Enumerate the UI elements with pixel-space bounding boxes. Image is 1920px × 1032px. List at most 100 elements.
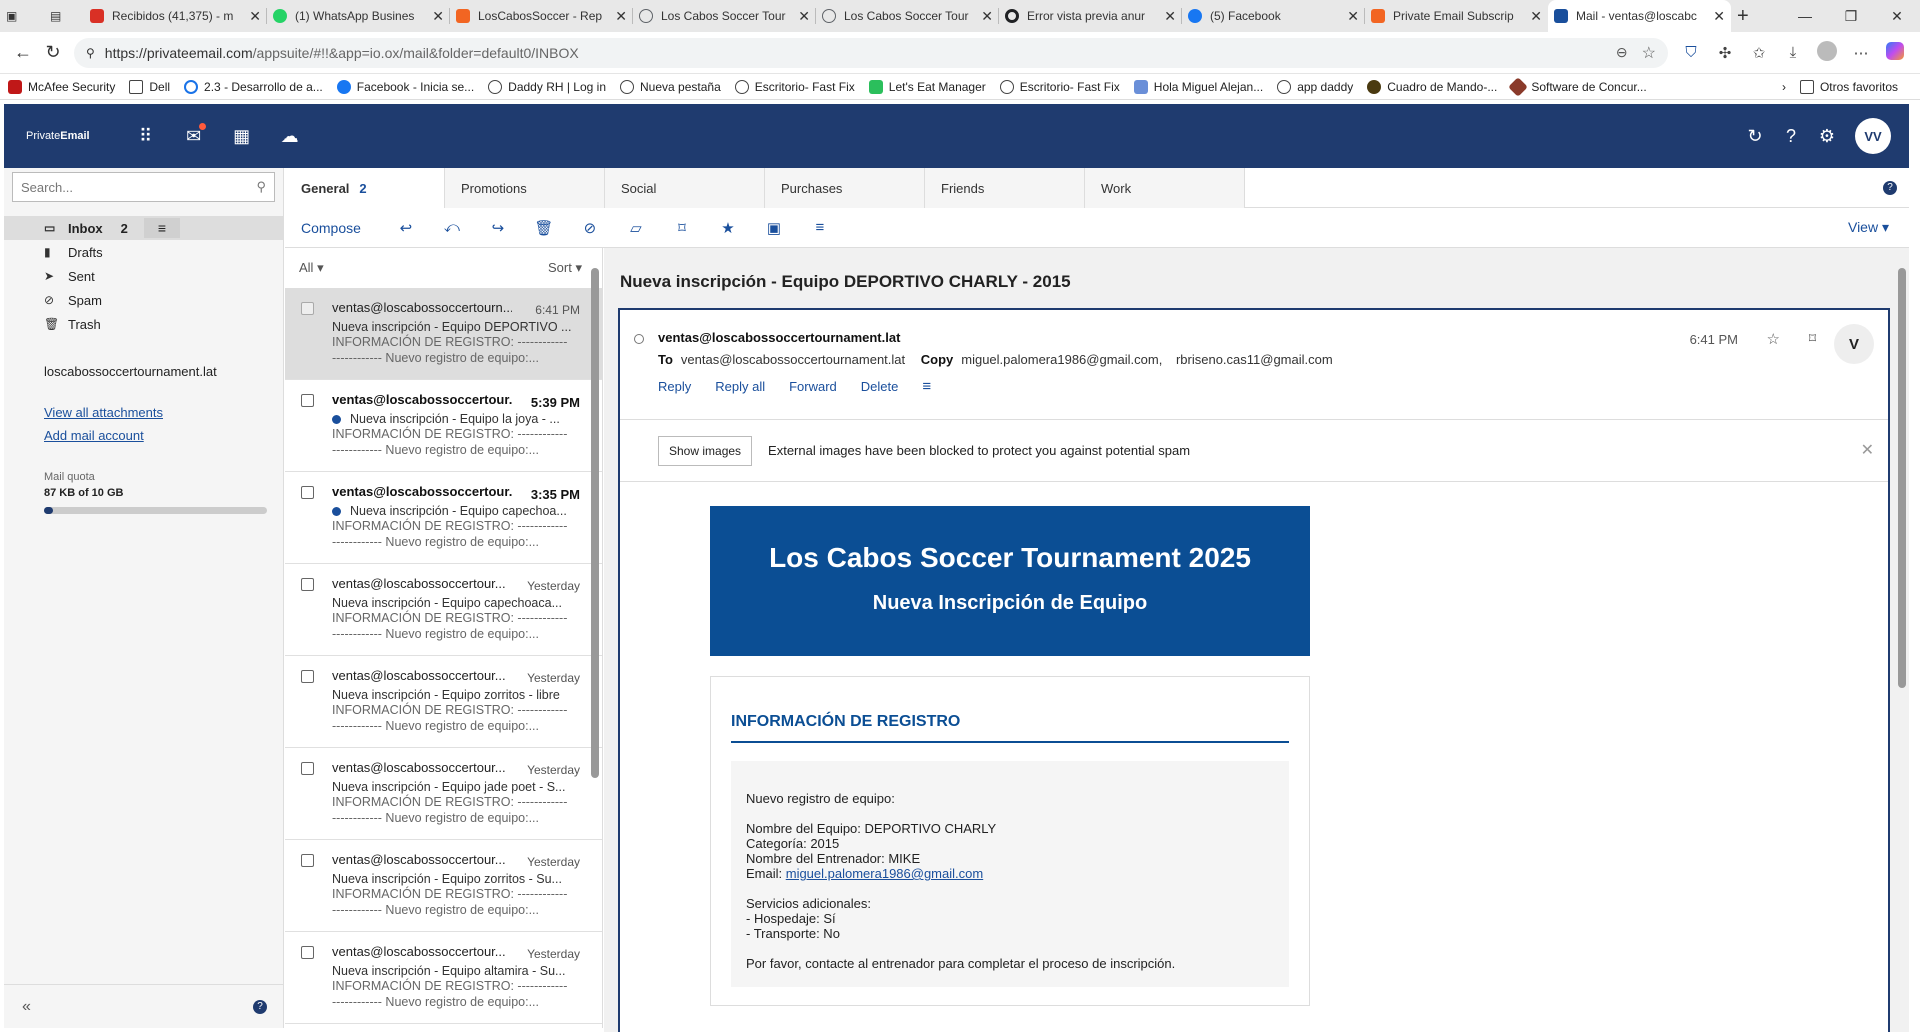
more-menu-icon[interactable]: ⋯	[1844, 44, 1878, 62]
close-tab-icon[interactable]: ✕	[1713, 8, 1725, 25]
browser-tab-active[interactable]: Mail - ventas@loscabc ✕	[1548, 0, 1731, 32]
reload-icon[interactable]: ↻	[38, 42, 68, 63]
tab-friends[interactable]: Friends	[925, 168, 1085, 208]
bookmark[interactable]: Software de Concur...	[1508, 76, 1647, 97]
bookmarks-overflow-icon[interactable]: ›	[1782, 80, 1786, 94]
bookmark[interactable]: 2.3 - Desarrollo de a...	[184, 79, 323, 94]
reply-all-icon[interactable]: ⤺	[429, 219, 475, 236]
search-input[interactable]: Search... ⚲	[12, 172, 275, 202]
bookmark[interactable]: app daddy	[1277, 79, 1353, 94]
forward-icon[interactable]: ↪	[475, 219, 521, 237]
message-list-item[interactable]: ventas@loscabossoccertour... 3:35 PM Nueva…	[285, 472, 602, 564]
bookmark[interactable]: Let's Eat Manager	[868, 79, 986, 94]
close-tab-icon[interactable]: ✕	[1530, 8, 1542, 25]
close-icon[interactable]: ✕	[1861, 440, 1874, 460]
app-logo[interactable]: PrivateEmail	[26, 130, 90, 142]
site-info-icon[interactable]: ⚲	[86, 46, 95, 60]
coach-email-link[interactable]: miguel.palomera1986@gmail.com	[786, 866, 983, 881]
bookmark[interactable]: Cuadro de Mando-...	[1367, 79, 1497, 94]
message-list-item[interactable]: ventas@loscabossoccertour... 5:39 PM Nueva…	[285, 380, 602, 472]
folder-trash[interactable]: 🗑 Trash	[4, 312, 283, 336]
downloads-icon[interactable]: ⤓	[1776, 44, 1810, 61]
select-checkbox[interactable]	[301, 946, 314, 959]
compose-button[interactable]: Compose	[301, 220, 361, 236]
copilot-icon[interactable]	[1878, 41, 1912, 64]
folder-drafts[interactable]: ▮ Drafts	[4, 240, 283, 264]
more-actions-icon[interactable]: ≡	[797, 219, 843, 236]
browser-tab[interactable]: Los Cabos Soccer Tour ✕	[816, 0, 999, 32]
reply-button[interactable]: Reply	[658, 379, 691, 394]
close-tab-icon[interactable]: ✕	[1347, 8, 1359, 25]
folder-spam[interactable]: ⊘ Spam	[4, 288, 283, 312]
collapse-sidebar-icon[interactable]: «	[22, 998, 31, 1016]
bookmark[interactable]: Hola Miguel Alejan...	[1133, 79, 1263, 94]
message-list-item[interactable]: ventas@loscabossoccertour... Yesterday Nue…	[285, 932, 602, 1024]
cc-address[interactable]: rbriseno.cas11@gmail.com	[1176, 352, 1333, 367]
mail-app-icon[interactable]: ✉	[170, 122, 218, 147]
message-list-item[interactable]: ventas@loscabossoccertour... Yesterday Nue…	[285, 564, 602, 656]
cloud-drive-icon[interactable]: ☁	[266, 126, 314, 147]
move-folder-icon[interactable]: ▱	[613, 219, 659, 237]
account-name[interactable]: loscabossoccertournament.lat	[4, 364, 283, 379]
tabs-help-icon[interactable]: ?	[1883, 180, 1897, 195]
help-circle-icon[interactable]: ?	[253, 999, 267, 1014]
tab-purchases[interactable]: Purchases	[765, 168, 925, 208]
folder-sent[interactable]: ➤ Sent	[4, 264, 283, 288]
bookmark-icon[interactable]: ⌑	[1809, 330, 1816, 347]
select-checkbox[interactable]	[301, 670, 314, 683]
tab-work[interactable]: Work	[1085, 168, 1245, 208]
view-dropdown[interactable]: View ▾	[1848, 219, 1889, 236]
shield-extension-icon[interactable]: ⛉	[1674, 44, 1708, 61]
list-scrollbar-thumb[interactable]	[591, 268, 599, 778]
browser-tab[interactable]: LosCabosSoccer - Rep ✕	[450, 0, 633, 32]
reading-mode-icon[interactable]: ⊖	[1616, 44, 1628, 61]
bookmark[interactable]: Dell	[129, 79, 170, 94]
delete-icon[interactable]: 🗑	[521, 219, 567, 237]
close-tab-icon[interactable]: ✕	[1164, 8, 1176, 25]
close-tab-icon[interactable]: ✕	[432, 8, 444, 25]
folder-menu-icon[interactable]: ≡	[143, 218, 180, 238]
bookmark[interactable]: Escritorio- Fast Fix	[734, 79, 855, 94]
star-icon[interactable]: ☆	[1767, 330, 1780, 348]
forward-button[interactable]: Forward	[789, 379, 837, 394]
bookmark[interactable]: Facebook - Inicia se...	[336, 79, 474, 94]
select-checkbox[interactable]	[301, 394, 314, 407]
select-checkbox[interactable]	[301, 762, 314, 775]
bookmark[interactable]: Daddy RH | Log in	[488, 79, 606, 94]
reading-pane-scrollbar-thumb[interactable]	[1898, 268, 1906, 688]
spam-block-icon[interactable]: ⊘	[567, 219, 613, 237]
bookmark[interactable]: Nueva pestaña	[620, 79, 721, 94]
add-mail-account-link[interactable]: Add mail account	[4, 428, 283, 443]
sort-dropdown[interactable]: Sort ▾	[548, 260, 582, 276]
reply-all-button[interactable]: Reply all	[715, 379, 765, 394]
browser-tab[interactable]: Recibidos (41,375) - m ✕	[84, 0, 267, 32]
maximize-icon[interactable]: ❐	[1828, 8, 1874, 25]
browser-tab[interactable]: Error vista previa anur ✕	[999, 0, 1182, 32]
close-tab-icon[interactable]: ✕	[981, 8, 993, 25]
bookmark[interactable]: Escritorio- Fast Fix	[999, 79, 1120, 94]
close-tab-icon[interactable]: ✕	[615, 8, 627, 25]
new-tab-icon[interactable]: +	[1731, 0, 1771, 32]
profile-icon[interactable]	[1810, 40, 1844, 65]
help-icon[interactable]: ?	[1773, 126, 1809, 147]
tab-promotions[interactable]: Promotions	[445, 168, 605, 208]
to-address[interactable]: ventas@loscabossoccertournament.lat	[681, 352, 905, 367]
calendar-icon[interactable]: ▦	[218, 126, 266, 147]
select-checkbox[interactable]	[301, 486, 314, 499]
close-tab-icon[interactable]: ✕	[249, 8, 261, 25]
read-status-icon[interactable]	[634, 334, 644, 344]
favorites-icon[interactable]: ✩	[1742, 44, 1776, 62]
settings-gear-icon[interactable]: ⚙	[1809, 126, 1845, 147]
close-window-icon[interactable]: ✕	[1874, 8, 1920, 25]
favorite-star-icon[interactable]: ☆	[1642, 43, 1656, 63]
extensions-icon[interactable]: ✣	[1708, 44, 1742, 62]
tab-social[interactable]: Social	[605, 168, 765, 208]
browser-tab[interactable]: (1) WhatsApp Busines ✕	[267, 0, 450, 32]
reply-icon[interactable]: ↩	[383, 219, 429, 237]
browser-tab[interactable]: (5) Facebook ✕	[1182, 0, 1365, 32]
filter-dropdown[interactable]: All ▾	[299, 260, 324, 276]
user-avatar[interactable]: VV	[1855, 118, 1891, 154]
list-scrollbar[interactable]	[590, 248, 600, 1028]
tab-general[interactable]: General 2	[285, 168, 445, 208]
reading-pane-scrollbar[interactable]	[1897, 248, 1907, 1032]
